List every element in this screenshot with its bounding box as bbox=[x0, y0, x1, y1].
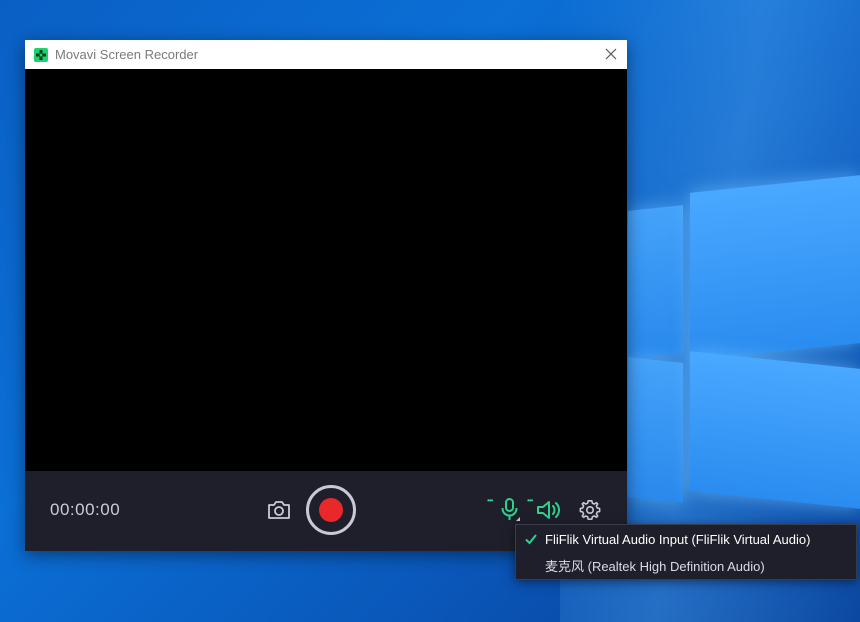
gear-icon bbox=[579, 500, 601, 520]
speaker-icon bbox=[537, 501, 560, 519]
audio-input-option[interactable]: FliFlik Virtual Audio Input (FliFlik Vir… bbox=[516, 526, 856, 552]
record-icon bbox=[319, 498, 343, 522]
capture-preview bbox=[25, 69, 627, 471]
title-bar[interactable]: Movavi Screen Recorder bbox=[25, 40, 627, 69]
speaker-more-dots: ••• bbox=[527, 496, 533, 505]
microphone-icon bbox=[501, 498, 520, 521]
close-button[interactable] bbox=[603, 46, 619, 62]
screenshot-button[interactable] bbox=[267, 500, 291, 520]
checkmark-icon bbox=[525, 534, 537, 545]
windows-logo bbox=[628, 170, 860, 509]
system-audio-button[interactable] bbox=[536, 499, 562, 521]
audio-input-menu: FliFlik Virtual Audio Input (FliFlik Vir… bbox=[515, 524, 857, 580]
mic-more-dots: ••• bbox=[487, 496, 493, 505]
window-title: Movavi Screen Recorder bbox=[55, 47, 199, 62]
app-window: Movavi Screen Recorder 00:00:00 ••• ••• bbox=[25, 40, 627, 551]
audio-input-label: FliFlik Virtual Audio Input (FliFlik Vir… bbox=[545, 531, 811, 547]
settings-button[interactable] bbox=[579, 499, 601, 521]
close-icon bbox=[605, 48, 617, 60]
movavi-logo-icon bbox=[34, 47, 48, 62]
recording-timer: 00:00:00 bbox=[50, 500, 121, 519]
audio-input-option[interactable]: 麦克风 (Realtek High Definition Audio) bbox=[516, 552, 856, 578]
microphone-button[interactable] bbox=[498, 497, 522, 523]
record-button[interactable] bbox=[306, 485, 356, 535]
camera-icon bbox=[268, 501, 290, 519]
audio-input-label: 麦克风 (Realtek High Definition Audio) bbox=[545, 558, 765, 574]
